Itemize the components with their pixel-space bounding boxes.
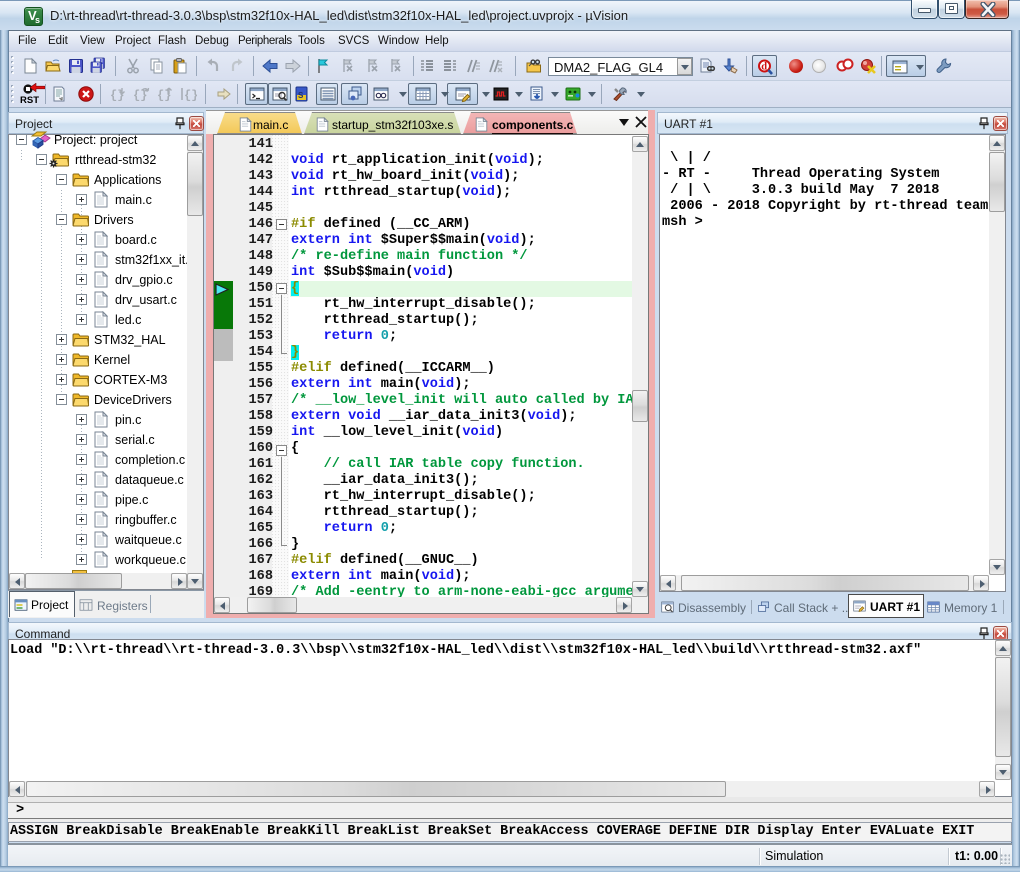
svg-text:S: S bbox=[298, 91, 304, 100]
